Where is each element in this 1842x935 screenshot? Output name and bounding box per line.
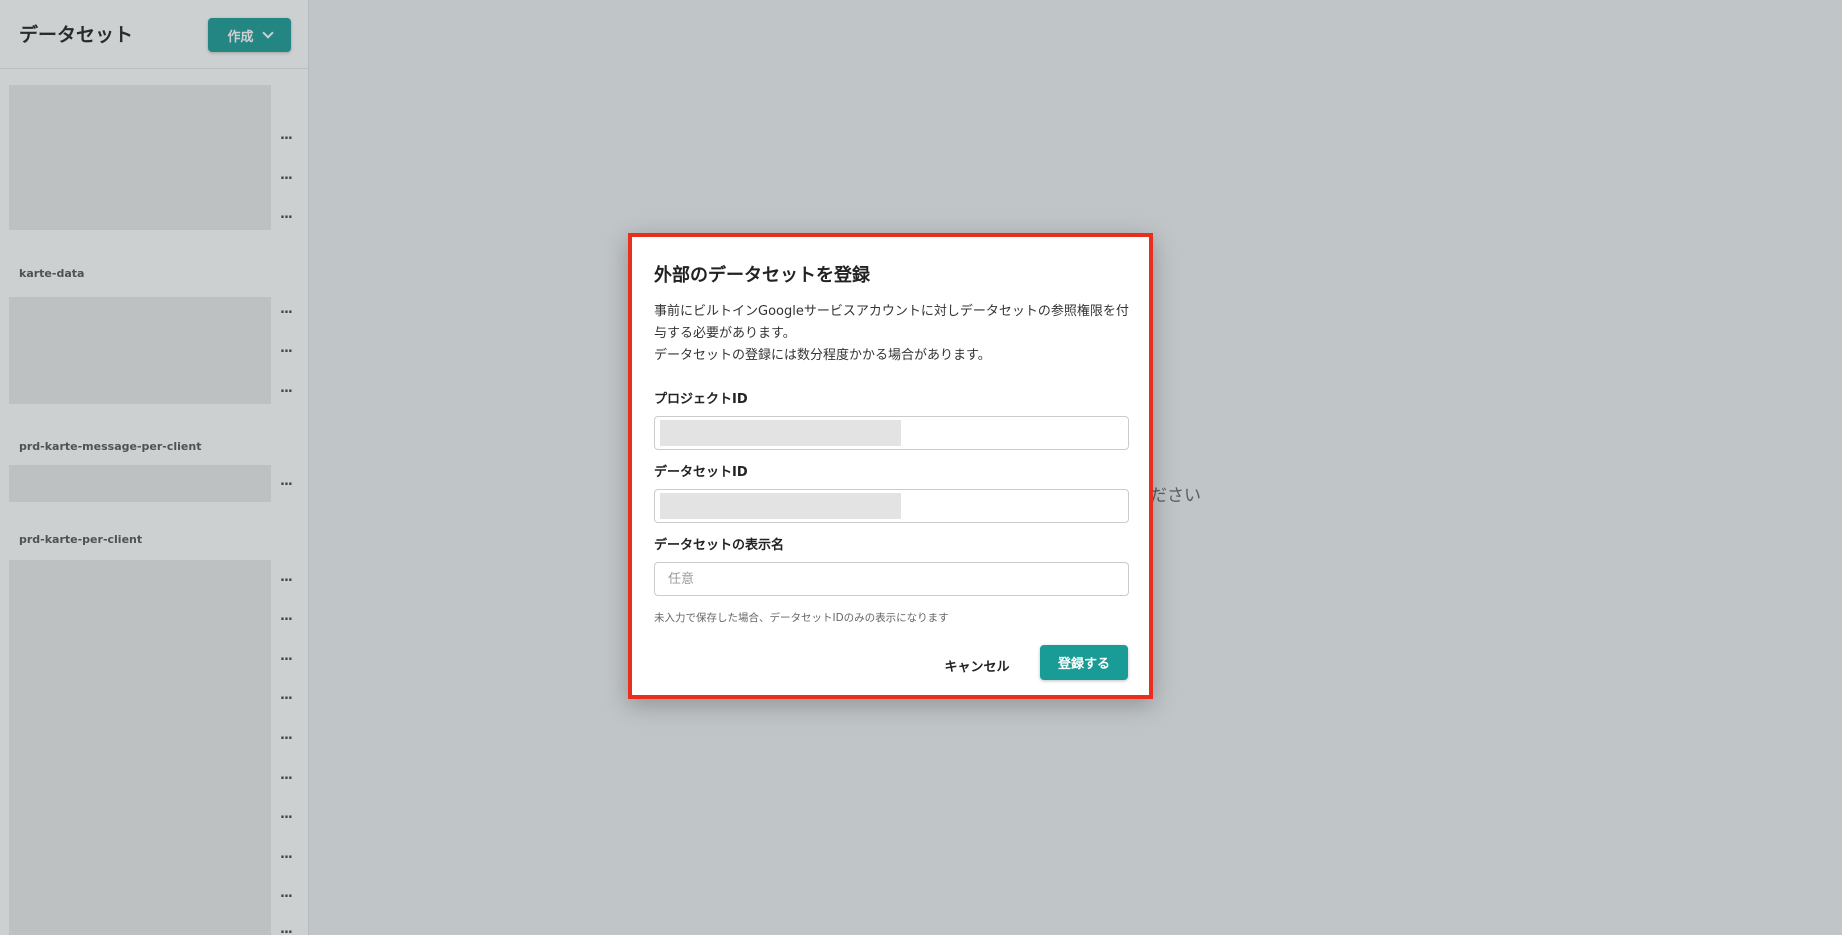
display-name-label: データセットの表示名 [654,538,785,553]
dialog-description: 事前にビルトインGoogleサービスアカウントに対しデータセットの参照権限を付与… [654,301,1134,367]
masked-value [660,493,901,519]
project-id-field[interactable] [654,416,1129,450]
dataset-id-label: データセットID [654,465,748,480]
display-name-input[interactable] [655,563,1128,595]
dataset-id-field[interactable] [654,489,1129,523]
display-name-field[interactable] [654,562,1129,596]
cancel-button[interactable]: キャンセル [937,648,1017,682]
display-name-hint: 未入力で保存した場合、データセットIDのみの表示になります [654,612,949,624]
masked-value [660,420,901,446]
project-id-label: プロジェクトID [654,392,748,407]
register-button[interactable]: 登録する [1040,645,1128,680]
register-external-dataset-dialog: 外部のデータセットを登録 事前にビルトインGoogleサービスアカウントに対しデ… [628,233,1153,699]
dialog-description-line: 事前にビルトインGoogleサービスアカウントに対しデータセットの参照権限を付与… [654,304,1129,341]
dialog-title: 外部のデータセットを登録 [654,265,870,286]
dialog-description-line: データセットの登録には数分程度かかる場合があります。 [654,348,991,363]
